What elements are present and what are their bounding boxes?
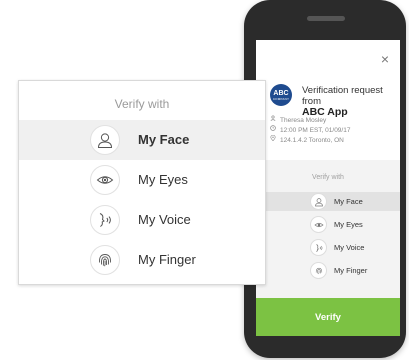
option-finger[interactable]: My Finger	[19, 240, 265, 280]
face-icon	[90, 125, 120, 155]
user-icon	[270, 115, 276, 125]
company-logo: ABC COMPANY	[270, 84, 292, 106]
phone-option-voice[interactable]: My Voice	[256, 238, 400, 257]
logo-text: ABC	[273, 89, 289, 97]
eye-icon	[90, 165, 120, 195]
phone-device: × ABC COMPANY Verification request from …	[244, 0, 406, 358]
meta-time: 12:00 PM EST, 01/09/17	[270, 125, 396, 135]
option-label: My Face	[138, 132, 190, 147]
fingerprint-icon	[90, 245, 120, 275]
verification-request: Verification request from ABC App	[302, 85, 398, 118]
option-voice[interactable]: My Voice	[19, 200, 265, 240]
voice-icon	[310, 239, 327, 256]
request-line: Verification request from	[302, 85, 383, 107]
option-label: My Eyes	[334, 220, 363, 229]
phone-screen: × ABC COMPANY Verification request from …	[256, 40, 400, 336]
phone-speaker	[307, 16, 345, 21]
clock-icon	[270, 125, 276, 135]
popup-title: Verify with	[114, 97, 170, 111]
fingerprint-icon	[310, 262, 327, 279]
meta-location: 124.1.4.2 Toronto, ON	[270, 134, 396, 145]
option-face[interactable]: My Face	[19, 120, 265, 160]
face-icon	[310, 193, 327, 210]
option-label: My Finger	[334, 266, 368, 275]
logo-subtext: COMPANY	[272, 96, 290, 101]
user-name: Theresa Mosley	[280, 116, 327, 124]
meta-user: Theresa Mosley	[270, 115, 396, 125]
verify-button[interactable]: Verify	[256, 298, 400, 336]
close-icon[interactable]: ×	[378, 52, 392, 66]
eye-icon	[310, 216, 327, 233]
option-label: My Face	[334, 197, 363, 206]
timestamp: 12:00 PM EST, 01/09/17	[280, 126, 351, 134]
option-label: My Finger	[138, 252, 196, 267]
verify-with-heading: Verify with	[312, 174, 344, 181]
option-label: My Voice	[334, 243, 365, 252]
location: 124.1.4.2 Toronto, ON	[280, 136, 344, 144]
option-eyes[interactable]: My Eyes	[19, 160, 265, 200]
voice-icon	[90, 205, 120, 235]
location-pin-icon	[270, 134, 276, 145]
verify-with-popup: Verify with My Face My Eyes My Voice My …	[18, 80, 266, 285]
phone-option-eyes[interactable]: My Eyes	[256, 215, 400, 234]
phone-option-finger[interactable]: My Finger	[256, 261, 400, 280]
option-label: My Eyes	[138, 172, 188, 187]
option-label: My Voice	[138, 212, 191, 227]
phone-option-face[interactable]: My Face	[256, 192, 400, 211]
request-meta: Theresa Mosley 12:00 PM EST, 01/09/17 12…	[270, 115, 396, 145]
